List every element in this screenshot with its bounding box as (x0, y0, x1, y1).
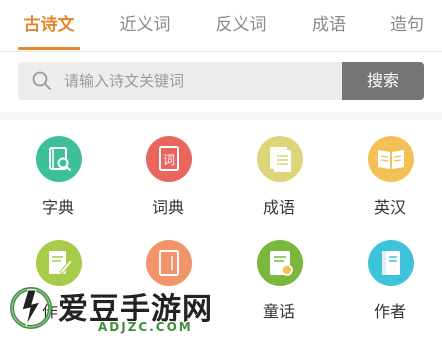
search-button[interactable]: 搜索 (342, 62, 424, 100)
svg-text:词: 词 (163, 153, 175, 167)
grid-item-label: 成语 (262, 198, 295, 217)
grid-item-cidian[interactable]: 词 词典 (118, 136, 218, 236)
document-icon (257, 136, 303, 182)
watermark-domain: ADJZC.COM (98, 320, 193, 334)
tab-classical-poetry[interactable]: 古诗文 (8, 0, 90, 52)
tab-sentence-making[interactable]: 造句 (380, 0, 442, 52)
grid-item-label: 词典 (151, 198, 184, 217)
grid-item-chengyu[interactable]: 成语 (229, 136, 329, 236)
tab-idioms[interactable]: 成语 (293, 0, 365, 52)
search-bar: 搜索 (18, 62, 424, 100)
tab-synonyms[interactable]: 近义词 (104, 0, 186, 52)
ci-dictionary-icon: 词 (146, 136, 192, 182)
tab-antonyms[interactable]: 反义词 (200, 0, 282, 52)
watermark: 爱豆手游网 ADJZC.COM (0, 280, 300, 340)
open-book-icon (368, 136, 414, 182)
grid-item-yinghan[interactable]: 英汉 (340, 136, 440, 236)
active-tab-indicator (18, 47, 80, 50)
watermark-logo-icon (10, 287, 52, 329)
grid-item-zuozhe[interactable]: 作者 (340, 240, 440, 340)
grid-item-label: 英汉 (373, 198, 406, 217)
book-magnifier-icon (36, 136, 82, 182)
grid-item-label: 字典 (41, 198, 74, 217)
search-input[interactable] (64, 62, 334, 100)
search-icon (32, 71, 51, 90)
grid-item-label: 作者 (373, 302, 406, 321)
section-divider (0, 112, 442, 120)
author-book-icon (368, 240, 414, 286)
grid-item-zidian[interactable]: 字典 (8, 136, 108, 236)
top-tab-bar: 古诗文 近义词 反义词 成语 造句 (0, 0, 442, 52)
